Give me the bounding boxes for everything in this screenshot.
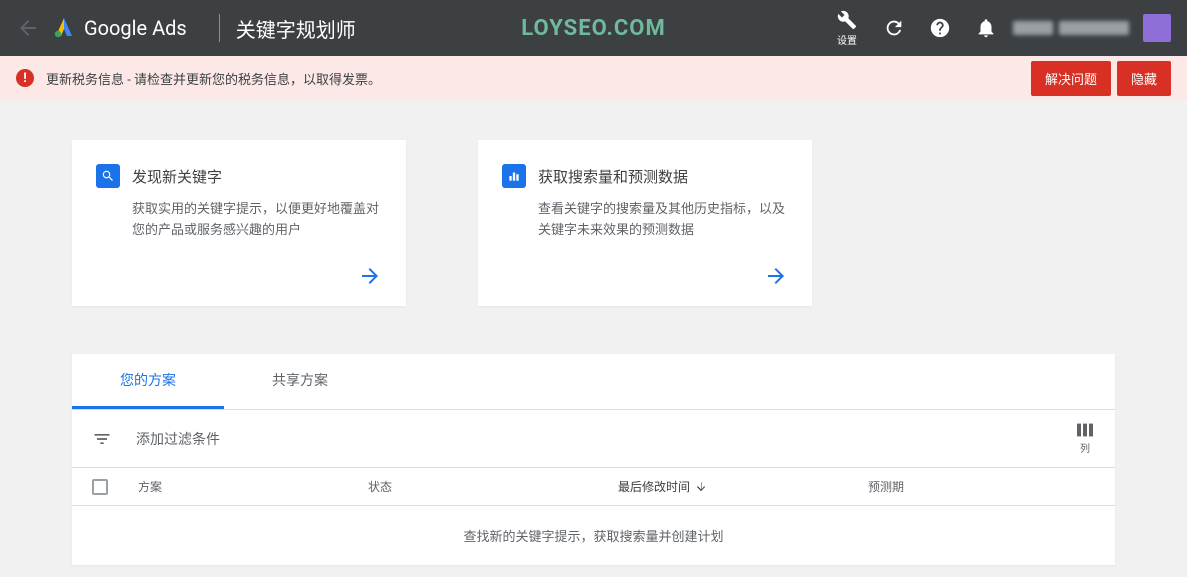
avatar[interactable] — [1143, 14, 1171, 42]
back-button[interactable] — [8, 8, 48, 48]
refresh-button[interactable] — [875, 9, 913, 47]
arrow-down-icon — [694, 480, 708, 494]
discover-card-title: 发现新关键字 — [132, 166, 222, 187]
empty-state-message: 查找新的关键字提示，获取搜索量并创建计划 — [72, 506, 1115, 565]
alert-icon: ! — [16, 69, 34, 87]
arrow-forward-icon — [358, 264, 382, 288]
account-info[interactable] — [1013, 21, 1129, 35]
plans-tabs: 您的方案 共享方案 — [72, 354, 1115, 410]
column-last-modified[interactable]: 最后修改时间 — [618, 478, 868, 495]
google-ads-icon — [52, 16, 76, 40]
discover-card-desc: 获取实用的关键字提示，以便更好地覆盖对您的产品或服务感兴趣的用户 — [96, 200, 382, 242]
main-content: 发现新关键字 获取实用的关键字提示，以便更好地覆盖对您的产品或服务感兴趣的用户 … — [0, 100, 1187, 565]
account-blur-1 — [1013, 21, 1053, 35]
add-filter-button[interactable]: 添加过滤条件 — [136, 429, 1075, 449]
volume-card-desc: 查看关键字的搜索量及其他历史指标，以及关键字未来效果的预测数据 — [502, 200, 788, 242]
refresh-icon — [883, 17, 905, 39]
alert-bar: ! 更新税务信息 - 请检查并更新您的税务信息，以取得发票。 解决问题 隐藏 — [0, 56, 1187, 100]
select-all-checkbox[interactable] — [92, 479, 108, 495]
watermark-text: LOYSEO.COM — [521, 16, 665, 41]
volume-card-title: 获取搜索量和预测数据 — [538, 166, 688, 187]
search-icon — [96, 164, 120, 188]
product-logo[interactable]: Google Ads — [52, 16, 187, 40]
plans-panel: 您的方案 共享方案 添加过滤条件 列 方案 状态 最后修改时间 预测期 查找新的… — [72, 354, 1115, 565]
discover-keywords-card[interactable]: 发现新关键字 获取实用的关键字提示，以便更好地覆盖对您的产品或服务感兴趣的用户 — [72, 140, 406, 306]
column-forecast[interactable]: 预测期 — [868, 478, 1095, 495]
settings-label: 设置 — [837, 32, 857, 47]
app-header: Google Ads 关键字规划师 LOYSEO.COM 设置 — [0, 0, 1187, 56]
header-divider — [219, 14, 220, 42]
alert-text: 更新税务信息 - 请检查并更新您的税务信息，以取得发票。 — [46, 69, 381, 88]
wrench-icon — [837, 10, 857, 30]
help-button[interactable] — [921, 9, 959, 47]
columns-button[interactable]: 列 — [1075, 422, 1095, 455]
search-volume-card[interactable]: 获取搜索量和预测数据 查看关键字的搜索量及其他历史指标，以及关键字未来效果的预测… — [478, 140, 812, 306]
header-actions: 设置 — [827, 4, 1179, 53]
column-status[interactable]: 状态 — [368, 478, 618, 495]
plans-table-header: 方案 状态 最后修改时间 预测期 — [72, 468, 1115, 506]
column-plan[interactable]: 方案 — [138, 478, 368, 495]
arrow-forward-icon — [764, 264, 788, 288]
cards-row: 发现新关键字 获取实用的关键字提示，以便更好地覆盖对您的产品或服务感兴趣的用户 … — [72, 140, 1115, 306]
arrow-back-icon — [16, 16, 40, 40]
bar-chart-icon — [502, 164, 526, 188]
resolve-button[interactable]: 解决问题 — [1031, 61, 1111, 96]
product-name: Google Ads — [84, 16, 187, 40]
account-blur-2 — [1059, 21, 1129, 35]
tab-your-plans[interactable]: 您的方案 — [72, 354, 224, 409]
bell-icon — [975, 17, 997, 39]
filter-icon[interactable] — [92, 429, 112, 449]
columns-label: 列 — [1080, 440, 1090, 455]
filter-row: 添加过滤条件 列 — [72, 410, 1115, 468]
settings-button[interactable]: 设置 — [827, 4, 867, 53]
tab-shared-plans[interactable]: 共享方案 — [224, 354, 376, 409]
hide-button[interactable]: 隐藏 — [1117, 61, 1171, 96]
columns-icon — [1075, 422, 1095, 438]
page-title: 关键字规划师 — [236, 14, 356, 43]
help-icon — [929, 17, 951, 39]
notifications-button[interactable] — [967, 9, 1005, 47]
